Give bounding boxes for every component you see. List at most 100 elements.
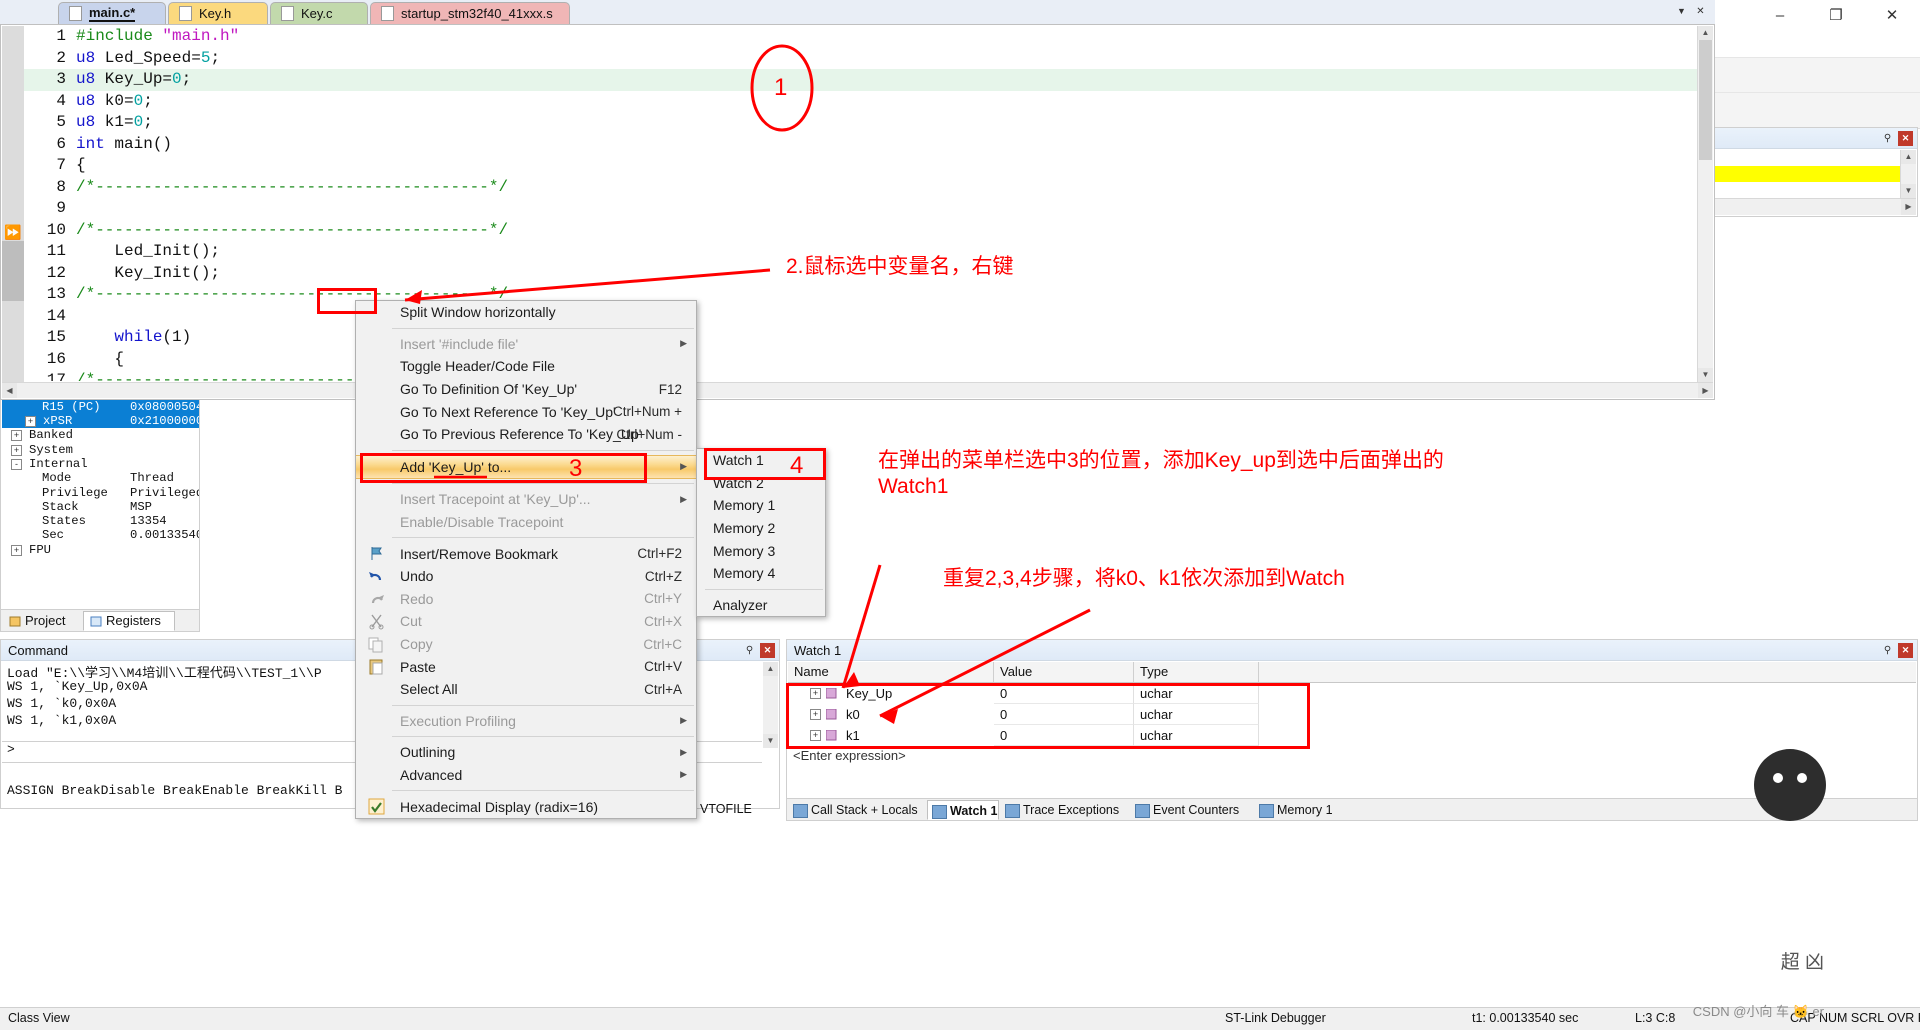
context-menu-item[interactable]: Advanced ▶ (356, 764, 696, 787)
annotation-callout-3: 3 (569, 455, 583, 482)
tree-twisty-icon[interactable]: + (11, 430, 22, 442)
watch-close-icon[interactable]: ✕ (1898, 643, 1913, 658)
editor-tab-key-c[interactable]: Key.c (270, 2, 368, 24)
command-pin-icon[interactable]: ⚲ (742, 643, 757, 658)
tree-twisty-icon[interactable]: + (11, 544, 22, 556)
code-line[interactable]: 15 while(1) (24, 327, 1697, 349)
disassembly-pin-icon[interactable]: ⚲ (1880, 131, 1895, 146)
editor-tab-key-h[interactable]: Key.h (168, 2, 268, 24)
bottom-tab-watch-1[interactable]: Watch 1 (927, 800, 999, 820)
code-line[interactable]: 5 u8 k1=0; (24, 112, 1697, 134)
editor-tab-main-c[interactable]: main.c* (58, 2, 166, 24)
context-menu-item[interactable]: Hexadecimal Display (radix=16) (356, 795, 696, 818)
dock-tab-registers-label: Registers (106, 613, 161, 628)
disassembly-vscrollbar[interactable]: ▲ ▼ (1900, 150, 1916, 198)
watch-new-expression[interactable]: <Enter expression> (793, 748, 906, 763)
editor-hscrollbar[interactable]: ◀ ▶ (2, 382, 1713, 398)
editor-gutter[interactable]: ⏩ (2, 26, 24, 398)
register-row[interactable]: + Banked (2, 428, 199, 442)
command-scroll-down-icon[interactable]: ▼ (763, 734, 778, 748)
context-menu-item: Execution Profiling ▶ (356, 710, 696, 733)
editor-tab-startup-s[interactable]: startup_stm32f40_41xxx.s (370, 2, 570, 24)
register-row[interactable]: + xPSR 0x21000000 (2, 414, 199, 429)
code-line[interactable]: 14 (24, 306, 1697, 328)
dock-tab-project[interactable]: Project (3, 611, 93, 631)
line-number: 17 (46, 371, 66, 381)
minimize-button[interactable]: – (1752, 0, 1808, 30)
editor-scroll-down-icon[interactable]: ▼ (1698, 368, 1713, 382)
register-value: MSP (130, 499, 152, 514)
submenu-item[interactable]: Analyzer (697, 594, 825, 617)
editor-scroll-up-icon[interactable]: ▲ (1698, 26, 1713, 40)
editor-context-menu[interactable]: Split Window horizontally Insert '#includ… (355, 300, 697, 819)
code-line[interactable]: 3 u8 Key_Up=0; (24, 69, 1697, 91)
submenu-item[interactable]: Memory 1 (697, 494, 825, 517)
maximize-button[interactable]: ❐ (1808, 0, 1864, 30)
chevron-right-icon: ▶ (680, 493, 687, 504)
submenu-item[interactable]: Memory 4 (697, 562, 825, 585)
code-line[interactable]: 10 /*------------------------------------… (24, 220, 1697, 242)
disassembly-scroll-right-icon[interactable]: ▶ (1901, 199, 1916, 215)
context-menu-item[interactable]: Select All Ctrl+A (356, 678, 696, 701)
code-line[interactable]: 1 #include "main.h" (24, 26, 1697, 48)
tree-twisty-icon[interactable]: - (11, 458, 22, 470)
command-close-icon[interactable]: ✕ (760, 643, 775, 658)
context-menu-item[interactable]: Paste Ctrl+V (356, 655, 696, 678)
editor-tab-list-icon[interactable]: ▼ (1674, 4, 1689, 19)
tree-twisty-icon[interactable]: + (25, 416, 36, 428)
register-row[interactable]: Stack MSP (2, 500, 199, 514)
line-number: 10 (46, 220, 66, 239)
context-menu-item[interactable]: Go To Definition Of 'Key_Up' F12 (356, 378, 696, 401)
register-row[interactable]: + System (2, 443, 199, 457)
code-line[interactable]: 9 (24, 198, 1697, 220)
context-menu-item[interactable]: Insert/Remove Bookmark Ctrl+F2 (356, 542, 696, 565)
context-menu-item[interactable]: Outlining ▶ (356, 741, 696, 764)
register-row[interactable]: States 13354 (2, 514, 199, 528)
disassembly-close-icon[interactable]: ✕ (1898, 131, 1913, 146)
context-menu-accelerator: Ctrl+Y (644, 591, 682, 607)
register-row[interactable]: Sec 0.00133540 (2, 528, 199, 542)
register-row[interactable]: + FPU (2, 543, 199, 557)
context-menu-item[interactable]: Toggle Header/Code File (356, 355, 696, 378)
register-row[interactable]: Mode Thread (2, 471, 199, 485)
editor-scroll-left-icon[interactable]: ◀ (2, 383, 17, 398)
editor-close-icon[interactable]: ✕ (1693, 4, 1708, 19)
clipboard-icon (368, 658, 385, 675)
context-menu-item[interactable]: Split Window horizontally (356, 301, 696, 324)
editor-scroll-thumb[interactable] (1699, 40, 1712, 160)
code-line[interactable]: 17/*------------------------------------… (24, 370, 1697, 381)
status-debugger: ST-Link Debugger (1225, 1011, 1326, 1025)
register-name: Privilege (42, 485, 108, 500)
command-vscrollbar[interactable]: ▲ ▼ (763, 662, 778, 748)
watch-pin-icon[interactable]: ⚲ (1880, 643, 1895, 658)
submenu-item[interactable]: Memory 3 (697, 539, 825, 562)
line-number: 14 (46, 306, 66, 325)
context-menu-item[interactable]: Go To Next Reference To 'Key_Up' Ctrl+Num… (356, 400, 696, 423)
close-button[interactable]: ✕ (1864, 0, 1920, 30)
bottom-tab-memory-1[interactable]: Memory 1 (1255, 800, 1376, 820)
code-line[interactable]: 6 int main() (24, 134, 1697, 156)
register-row[interactable]: R15 (PC) 0x08000504 (2, 399, 199, 415)
code-line[interactable]: 2 u8 Led_Speed=5; (24, 48, 1697, 70)
disassembly-scroll-down-icon[interactable]: ▼ (1901, 184, 1916, 198)
disassembly-scroll-up-icon[interactable]: ▲ (1901, 150, 1916, 164)
code-line[interactable]: 16 { (24, 349, 1697, 371)
context-menu-item[interactable]: Undo Ctrl+Z (356, 565, 696, 588)
editor-scroll-right-icon[interactable]: ▶ (1698, 383, 1713, 398)
source-code[interactable]: 1 #include "main.h" 2 u8 Led_Speed=5; 3 u8 Ke… (24, 26, 1697, 381)
submenu-item[interactable]: Memory 2 (697, 517, 825, 540)
command-scroll-up-icon[interactable]: ▲ (763, 662, 778, 676)
watch-col-value: Value (994, 662, 1134, 682)
code-line[interactable]: 4 u8 k0=0; (24, 91, 1697, 113)
register-row[interactable]: - Internal (2, 457, 199, 471)
context-menu-item[interactable]: Go To Previous Reference To 'Key_Up' Ctrl… (356, 423, 696, 446)
code-line[interactable]: 7{ (24, 155, 1697, 177)
line-text: { (76, 156, 86, 174)
editor-vscrollbar[interactable]: ▲ ▼ (1697, 26, 1713, 382)
dock-tab-registers[interactable]: Registers (83, 611, 175, 631)
code-line[interactable]: 13/*------------------------------------… (24, 284, 1697, 306)
register-row[interactable]: Privilege Privileged (2, 486, 199, 500)
code-line[interactable]: 8 /*-------------------------------------… (24, 177, 1697, 199)
tree-twisty-icon[interactable]: + (11, 444, 22, 456)
editor-text-area[interactable]: ⏩ 1 #include "main.h" 2 u8 Led_Speed=5; 3 u8 … (0, 24, 1715, 400)
